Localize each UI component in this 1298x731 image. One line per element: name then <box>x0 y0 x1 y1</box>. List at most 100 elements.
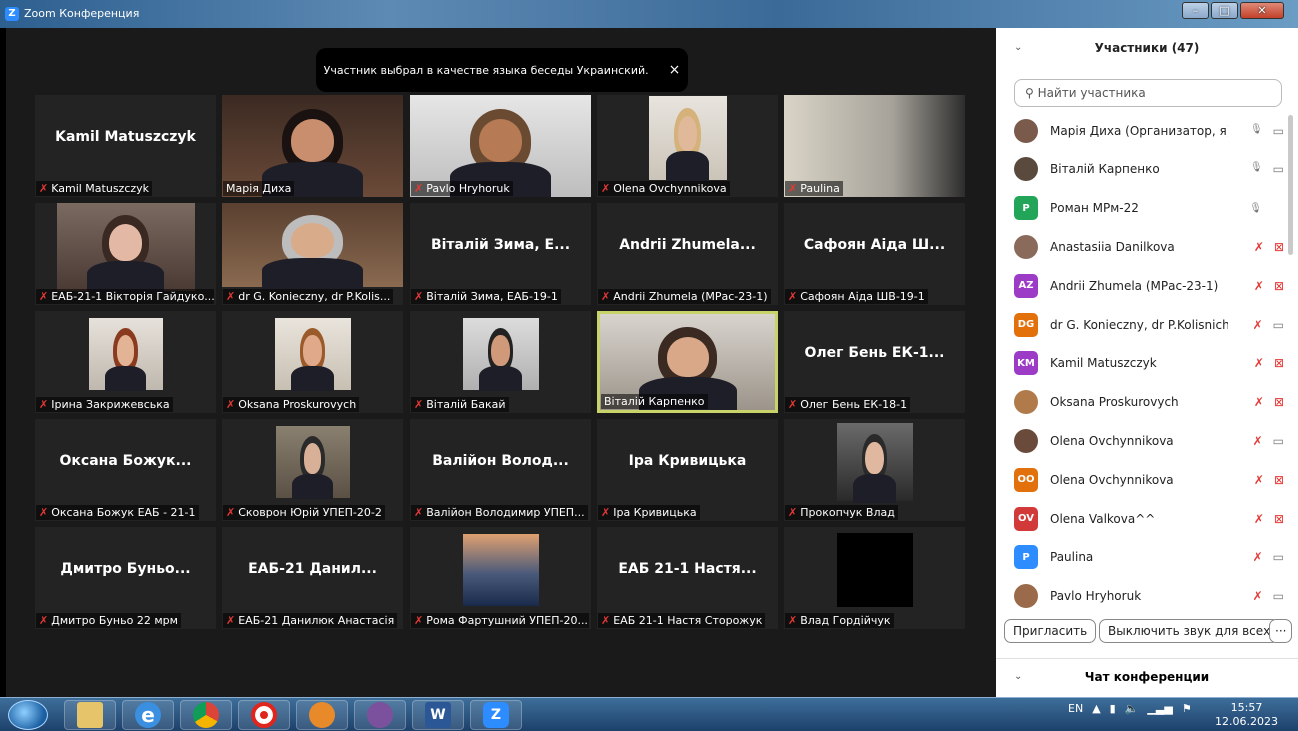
mic-muted-icon[interactable]: ✗ <box>1253 550 1263 564</box>
participant-row[interactable]: P Роман МРм-22 🎙 <box>1014 189 1284 228</box>
clock[interactable]: 15:57 12.06.2023 <box>1215 701 1278 729</box>
video-icon[interactable]: ▭ <box>1273 318 1284 332</box>
participant-row[interactable]: P Paulina ✗ ▭ <box>1014 538 1284 577</box>
participant-row[interactable]: OV Olena Valkova^^ ✗ ⊠ <box>1014 499 1284 538</box>
mic-muted-icon[interactable]: ✗ <box>1253 589 1263 603</box>
mic-icon[interactable]: 🎙 <box>1250 124 1263 138</box>
video-tile[interactable]: ✗ Прокопчук Влад <box>784 419 965 521</box>
participant-row[interactable]: Anastasiia Danilkova ✗ ⊠ <box>1014 227 1284 266</box>
video-tile[interactable]: ✗ dr G. Konieczny, dr P.Kolis... <box>222 203 403 305</box>
mic-muted-icon[interactable]: ✗ <box>1254 473 1264 487</box>
video-tile[interactable]: ЕАБ 21-1 Настя... ✗ ЕАБ 21-1 Настя Сторожу… <box>597 527 778 629</box>
video-tile[interactable]: Віталій Зима, Е... ✗ Віталій Зима, ЕАБ-19-… <box>410 203 591 305</box>
video-tile[interactable]: Дмитро Буньо... ✗ Дмитро Буньо 22 мрм <box>35 527 216 629</box>
video-off-icon[interactable]: ⊠ <box>1274 356 1284 370</box>
mic-muted-icon[interactable]: ✗ <box>1254 395 1264 409</box>
window-title: Zoom Конференция <box>24 7 140 20</box>
mic-muted-icon[interactable]: ✗ <box>1254 240 1264 254</box>
signal-icon[interactable]: ▁▃▅ <box>1147 702 1172 715</box>
chevron-up-icon[interactable]: ▲ <box>1092 702 1100 715</box>
video-tile[interactable]: Andrii Zhumela... ✗ Andrii Zhumela (МРас-2… <box>597 203 778 305</box>
participant-row[interactable]: Марія Диха (Организатор, я) 🎙 ▭ <box>1014 111 1284 150</box>
video-tile[interactable]: ✗ ЕАБ-21-1 Вікторія Гайдуко... <box>35 203 216 305</box>
video-tile[interactable]: Олег Бень ЕК-1... ✗ Олег Бень ЕК-18-1 <box>784 311 965 413</box>
video-icon[interactable]: ▭ <box>1273 162 1284 176</box>
video-tile[interactable]: Сафоян Аіда Ш... ✗ Сафоян Аіда ШВ-19-1 <box>784 203 965 305</box>
video-tile[interactable]: ✗ Oksana Proskurovych <box>222 311 403 413</box>
network-icon[interactable]: ▮ <box>1110 702 1116 715</box>
video-tile[interactable]: Kamil Matuszczyk ✗ Kamil Matuszczyk <box>35 95 216 197</box>
video-off-icon[interactable]: ⊠ <box>1274 279 1284 293</box>
participant-row[interactable]: Pavlo Hryhoruk ✗ ▭ <box>1014 577 1284 616</box>
volume-icon[interactable]: 🔈 <box>1125 702 1139 715</box>
mic-muted-icon[interactable]: ✗ <box>1254 512 1264 526</box>
mic-muted-icon[interactable]: ✗ <box>1253 318 1263 332</box>
video-tile[interactable]: Віталій Карпенко <box>597 311 778 413</box>
participant-row[interactable]: AZ Andrii Zhumela (МРас-23-1) ✗ ⊠ <box>1014 266 1284 305</box>
participant-row[interactable]: Olena Ovchynnikova ✗ ▭ <box>1014 421 1284 460</box>
video-tile[interactable]: ✗ Olena Ovchynnikova <box>597 95 778 197</box>
invite-button[interactable]: Пригласить <box>1004 619 1097 643</box>
mic-muted-icon[interactable]: ✗ <box>1253 434 1263 448</box>
video-tile[interactable]: ✗ Влад Гордійчук <box>784 527 965 629</box>
video-tile[interactable]: ✗ Рома Фартушний УПЕП-20... <box>410 527 591 629</box>
video-off-icon[interactable]: ⊠ <box>1274 395 1284 409</box>
start-button[interactable] <box>8 700 48 730</box>
chevron-down-icon[interactable]: ⌄ <box>1014 659 1022 695</box>
video-icon[interactable]: ▭ <box>1273 434 1284 448</box>
mic-speaking-icon[interactable]: 🎙 <box>1250 162 1263 176</box>
taskbar-viber[interactable] <box>354 700 406 730</box>
video-off-icon[interactable]: ⊠ <box>1274 240 1284 254</box>
video-off-icon[interactable]: ⊠ <box>1274 512 1284 526</box>
person-body <box>665 151 710 182</box>
participant-row[interactable]: KM Kamil Matuszczyk ✗ ⊠ <box>1014 344 1284 383</box>
flag-icon[interactable]: ⚑ <box>1182 702 1192 715</box>
mute-all-button[interactable]: Выключить звук для всех <box>1099 619 1280 643</box>
mic-muted-icon[interactable]: ✗ <box>1254 279 1264 293</box>
language-indicator[interactable]: EN <box>1068 702 1083 715</box>
video-icon[interactable]: ▭ <box>1273 124 1284 138</box>
participant-row[interactable]: DG dr G. Konieczny, dr P.Kolisnich... ✗ ▭ <box>1014 305 1284 344</box>
video-off-icon[interactable]: ⊠ <box>1274 473 1284 487</box>
close-icon[interactable]: × <box>669 62 681 78</box>
search-input[interactable]: ⚲ Найти участника <box>1014 79 1282 107</box>
video-tile[interactable]: ЕАБ-21 Данил... ✗ ЕАБ-21 Данилюк Анастасія <box>222 527 403 629</box>
mic-muted-icon[interactable]: ✗ <box>1254 356 1264 370</box>
video-tile[interactable]: ✗ Ірина Закрижевська <box>35 311 216 413</box>
avatar: KM <box>1014 351 1038 376</box>
more-button[interactable]: ··· <box>1269 619 1293 643</box>
video-tile[interactable]: Валійон Волод... ✗ Валійон Володимир УПЕП.… <box>410 419 591 521</box>
mic-muted-icon: ✗ <box>39 182 49 195</box>
participant-row[interactable]: Віталій Карпенко 🎙 ▭ <box>1014 150 1284 189</box>
avatar <box>1014 584 1038 609</box>
close-button[interactable]: ✕ <box>1240 2 1284 19</box>
video-tile[interactable]: Марія Диха <box>222 95 403 197</box>
maximize-button[interactable]: □ <box>1211 2 1238 19</box>
mic-icon[interactable]: 🎙 <box>1249 203 1262 214</box>
participants-header: ⌄ Участники (47) <box>996 28 1298 68</box>
video-none[interactable] <box>1272 203 1284 214</box>
video-tile[interactable]: ✗ Pavlo Hryhoruk <box>410 95 591 197</box>
participant-row[interactable]: Oksana Proskurovych ✗ ⊠ <box>1014 383 1284 422</box>
taskbar-ie[interactable]: e <box>122 700 174 730</box>
taskbar-folder[interactable] <box>64 700 116 730</box>
video-tile[interactable]: Оксана Божук... ✗ Оксана Божук ЕАБ - 21-1 <box>35 419 216 521</box>
taskbar-camera[interactable] <box>296 700 348 730</box>
video-tile[interactable]: ✗ Віталій Бакай <box>410 311 591 413</box>
mic-muted-icon: ✗ <box>788 290 798 303</box>
video-tile[interactable]: Іра Кривицька ✗ Іра Кривицька <box>597 419 778 521</box>
video-icon[interactable]: ▭ <box>1273 550 1284 564</box>
taskbar-opera[interactable] <box>238 700 290 730</box>
video-icon[interactable]: ▭ <box>1273 589 1284 603</box>
taskbar-chrome[interactable] <box>180 700 232 730</box>
taskbar-zoom[interactable]: Z <box>470 700 522 730</box>
chevron-down-icon[interactable]: ⌄ <box>1014 28 1022 68</box>
minimize-button[interactable]: – <box>1182 2 1209 19</box>
video-tile[interactable]: ✗ Сковрон Юрій УПЕП-20-2 <box>222 419 403 521</box>
participant-name-label: ✗ Andrii Zhumela (МРас-23-1) <box>598 289 771 304</box>
video-tile[interactable]: ✗ Paulina <box>784 95 965 197</box>
scrollbar[interactable] <box>1288 115 1293 255</box>
taskbar-word[interactable]: W <box>412 700 464 730</box>
participant-row[interactable]: OO Olena Ovchynnikova ✗ ⊠ <box>1014 460 1284 499</box>
chat-header[interactable]: ⌄ Чат конференции <box>996 658 1298 697</box>
